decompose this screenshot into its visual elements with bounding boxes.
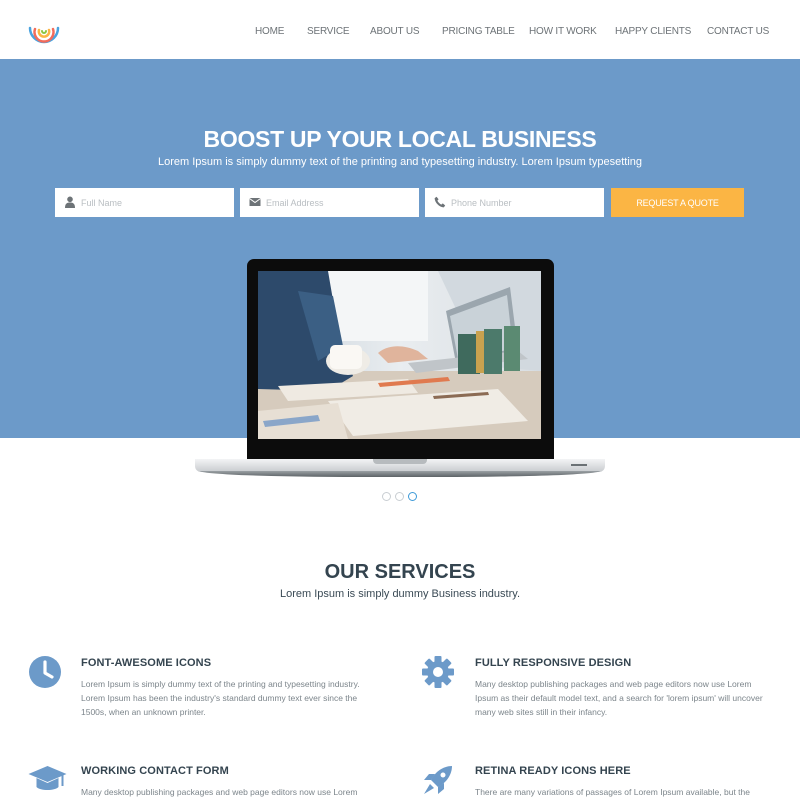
service-title: FONT-AWESOME ICONS [81, 657, 212, 669]
rocket-icon [424, 766, 452, 794]
laptop-slot [571, 464, 587, 466]
service-description: There are many variations of passages of… [475, 787, 750, 797]
nav-how-it-work[interactable]: HOW IT WORK [529, 26, 597, 37]
graduation-cap-icon [28, 766, 67, 790]
laptop-screen-image [258, 271, 541, 439]
request-quote-button[interactable]: REQUEST A QUOTE [611, 188, 744, 217]
nav-contact-us[interactable]: CONTACT US [707, 26, 769, 37]
service-title: RETINA READY ICONS HERE [475, 765, 631, 777]
laptop-foot [200, 471, 600, 477]
service-description: Many desktop publishing packages and web… [81, 787, 358, 797]
laptop-notch [373, 459, 427, 464]
nav-happy-clients[interactable]: HAPPY CLIENTS [615, 26, 691, 37]
service-title: FULLY RESPONSIVE DESIGN [475, 657, 632, 669]
nav-pricing-table[interactable]: PRICING TABLE [442, 26, 515, 37]
site-header: HOME SERVICE ABOUT US PRICING TABLE HOW … [0, 0, 800, 59]
slider-dot-1[interactable] [382, 492, 391, 501]
nav-service[interactable]: SERVICE [307, 26, 350, 37]
service-title: WORKING CONTACT FORM [81, 765, 229, 777]
full-name-input[interactable] [81, 188, 231, 217]
nav-about-us[interactable]: ABOUT US [370, 26, 420, 37]
clock-icon [29, 656, 61, 688]
main-nav: HOME SERVICE ABOUT US PRICING TABLE HOW … [0, 26, 800, 40]
slider-dot-3[interactable] [408, 492, 417, 501]
services-subtitle: Lorem Ipsum is simply dummy Business ind… [279, 588, 521, 600]
full-name-field [55, 188, 234, 217]
phone-field [425, 188, 604, 217]
services-title: OUR SERVICES [324, 561, 476, 583]
nav-home[interactable]: HOME [255, 26, 284, 37]
user-icon [65, 196, 75, 208]
slider-dot-2[interactable] [395, 492, 404, 501]
service-description: Many desktop publishing packages and web… [475, 679, 763, 717]
email-input[interactable] [266, 188, 416, 217]
phone-input[interactable] [451, 188, 601, 217]
hero-title: BOOST UP YOUR LOCAL BUSINESS [203, 126, 597, 152]
hero-subtitle: Lorem Ipsum is simply dummy text of the … [157, 156, 642, 168]
gear-icon [422, 656, 454, 688]
email-field [240, 188, 419, 217]
service-description: Lorem Ipsum is simply dummy text of the … [81, 679, 360, 717]
envelope-icon [249, 198, 261, 206]
phone-icon [434, 196, 446, 208]
